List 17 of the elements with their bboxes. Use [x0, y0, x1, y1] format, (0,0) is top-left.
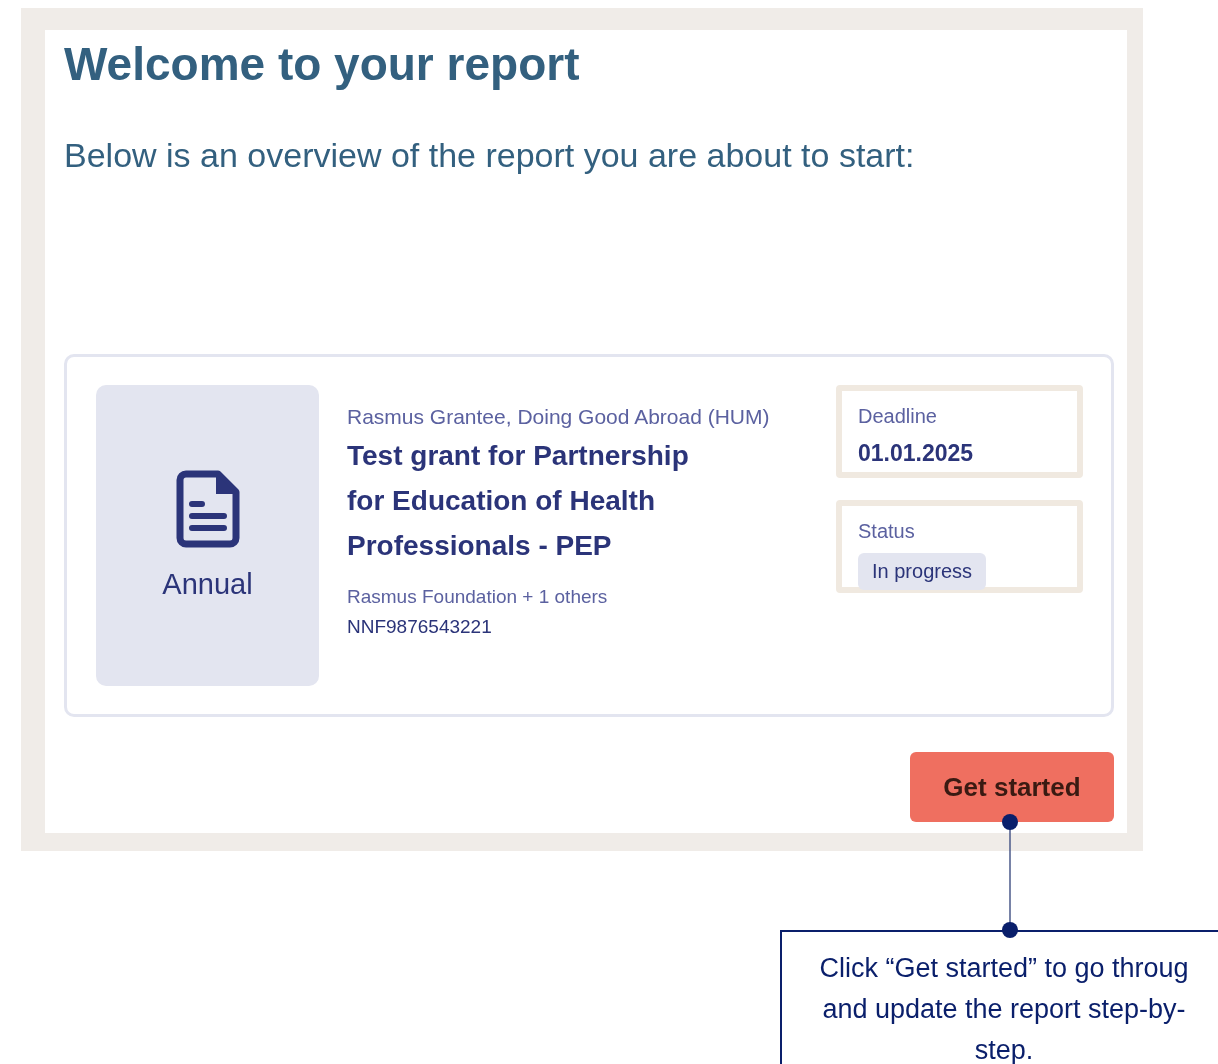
callout-text: and update the report step-by-	[822, 993, 1186, 1026]
callout-text: Click “Get started” to go throug	[819, 952, 1189, 985]
page-heading: Welcome to your report	[64, 37, 581, 92]
deadline-date: 01.01.2025	[858, 440, 974, 467]
deadline-label: Deadline	[858, 405, 937, 428]
foundation-name: Rasmus Foundation + 1 others	[347, 586, 609, 608]
grant-number: NNF9876543221	[347, 616, 493, 638]
callout-text: step.	[974, 1034, 1034, 1064]
status-label: Status	[858, 520, 915, 543]
intro-text: Below is an overview of the report you are about to start:	[64, 136, 916, 175]
report-card[interactable]: Annual Rasmus Grantee, Doing Good Abroad (HUM) Test grant for Partnership for Education of Health Professionals - PEP Rasmus Foundation + 1 others NNF9876543221 Deadline 01.01.2025 Status In progress	[64, 354, 1114, 717]
get-started-button[interactable]: Get started	[910, 752, 1114, 822]
document-icon	[175, 470, 240, 548]
grant-title: Test grant for Partnership for Education of Health Professionals - PEP	[347, 439, 690, 563]
grantee-name: Rasmus Grantee, Doing Good Abroad (HUM)	[347, 404, 771, 430]
status-badge: In progress	[858, 553, 987, 590]
report-type-label: Annual	[162, 568, 253, 601]
